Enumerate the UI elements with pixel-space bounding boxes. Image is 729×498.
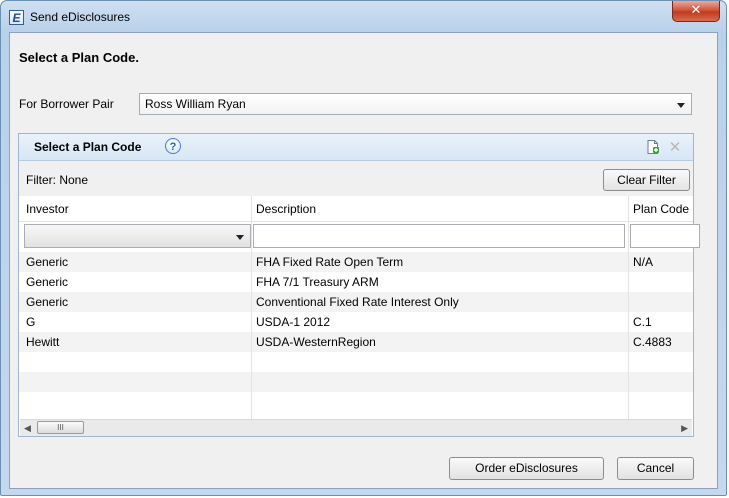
cell-investor: Generic (26, 255, 69, 269)
grid-header: Investor Description Plan Code (19, 196, 693, 222)
scroll-thumb[interactable]: III (37, 421, 84, 434)
cell-description: USDA-WesternRegion (256, 335, 376, 349)
delete-icon[interactable]: ✕ (667, 139, 683, 155)
clear-filter-button[interactable]: Clear Filter (603, 169, 690, 191)
table-row[interactable]: Generic Conventional Fixed Rate Interest… (19, 292, 693, 312)
help-icon[interactable]: ? (165, 138, 181, 154)
column-header-plan-code[interactable]: Plan Code (633, 202, 689, 216)
dialog-heading: Select a Plan Code. (19, 50, 139, 65)
filter-bar: Filter: None Clear Filter (19, 161, 693, 196)
scroll-right-icon[interactable]: ▶ (681, 423, 688, 434)
plan-code-panel: Select a Plan Code ? ✕ Filter: None Clea… (18, 133, 700, 437)
table-row[interactable]: Hewitt USDA-WesternRegion C.4883 (19, 332, 693, 352)
app-icon: E (9, 10, 24, 25)
scroll-left-icon[interactable]: ◀ (24, 423, 31, 434)
cell-description: FHA Fixed Rate Open Term (256, 255, 404, 269)
cell-description: FHA 7/1 Treasury ARM (256, 275, 379, 289)
close-icon: ✕ (690, 3, 702, 18)
table-row[interactable]: Generic FHA Fixed Rate Open Term N/A (19, 252, 693, 272)
cell-investor: G (26, 315, 36, 329)
add-document-icon[interactable] (647, 140, 659, 154)
column-filter-row (19, 221, 700, 251)
borrower-pair-value: Ross William Ryan (145, 97, 246, 111)
horizontal-scrollbar[interactable]: ◀ III ▶ (20, 419, 692, 436)
title-bar[interactable]: E Send eDisclosures ✕ (1, 1, 726, 35)
column-divider (251, 196, 252, 421)
table-row[interactable]: G USDA-1 2012 C.1 (19, 312, 693, 332)
chevron-down-icon (677, 103, 685, 108)
dialog-body: Select a Plan Code. For Borrower Pair Ro… (9, 32, 718, 489)
table-row-empty (19, 372, 693, 392)
panel-title: Select a Plan Code (34, 140, 142, 154)
cell-investor: Generic (26, 275, 69, 289)
order-edisclosures-button[interactable]: Order eDisclosures (449, 457, 604, 480)
cancel-button[interactable]: Cancel (617, 457, 694, 480)
column-header-investor[interactable]: Investor (26, 202, 69, 216)
filter-status: Filter: None (26, 173, 89, 187)
investor-filter-select[interactable] (24, 224, 251, 248)
cell-description: USDA-1 2012 (256, 315, 331, 329)
chevron-down-icon (236, 235, 244, 240)
cell-plan-code: N/A (633, 255, 654, 269)
borrower-pair-select[interactable]: Ross William Ryan (139, 93, 692, 115)
description-filter-input[interactable] (253, 224, 625, 248)
cell-investor: Generic (26, 295, 69, 309)
dialog-window: E Send eDisclosures ✕ Select a Plan Code… (0, 0, 727, 496)
window-title: Send eDisclosures (30, 10, 131, 24)
column-divider (628, 196, 629, 421)
table-row-empty (19, 352, 693, 372)
borrower-pair-label: For Borrower Pair (19, 97, 114, 111)
cell-plan-code: C.1 (633, 315, 652, 329)
cell-description: Conventional Fixed Rate Interest Only (256, 295, 459, 309)
column-header-description[interactable]: Description (256, 202, 316, 216)
cell-investor: Hewitt (26, 335, 60, 349)
close-button[interactable]: ✕ (672, 1, 720, 22)
panel-header: Select a Plan Code ? ✕ (19, 134, 693, 161)
table-row-empty (19, 392, 693, 412)
table-row[interactable]: Generic FHA 7/1 Treasury ARM (19, 272, 693, 292)
cell-plan-code: C.4883 (633, 335, 672, 349)
plan-code-filter-input[interactable] (630, 224, 700, 248)
